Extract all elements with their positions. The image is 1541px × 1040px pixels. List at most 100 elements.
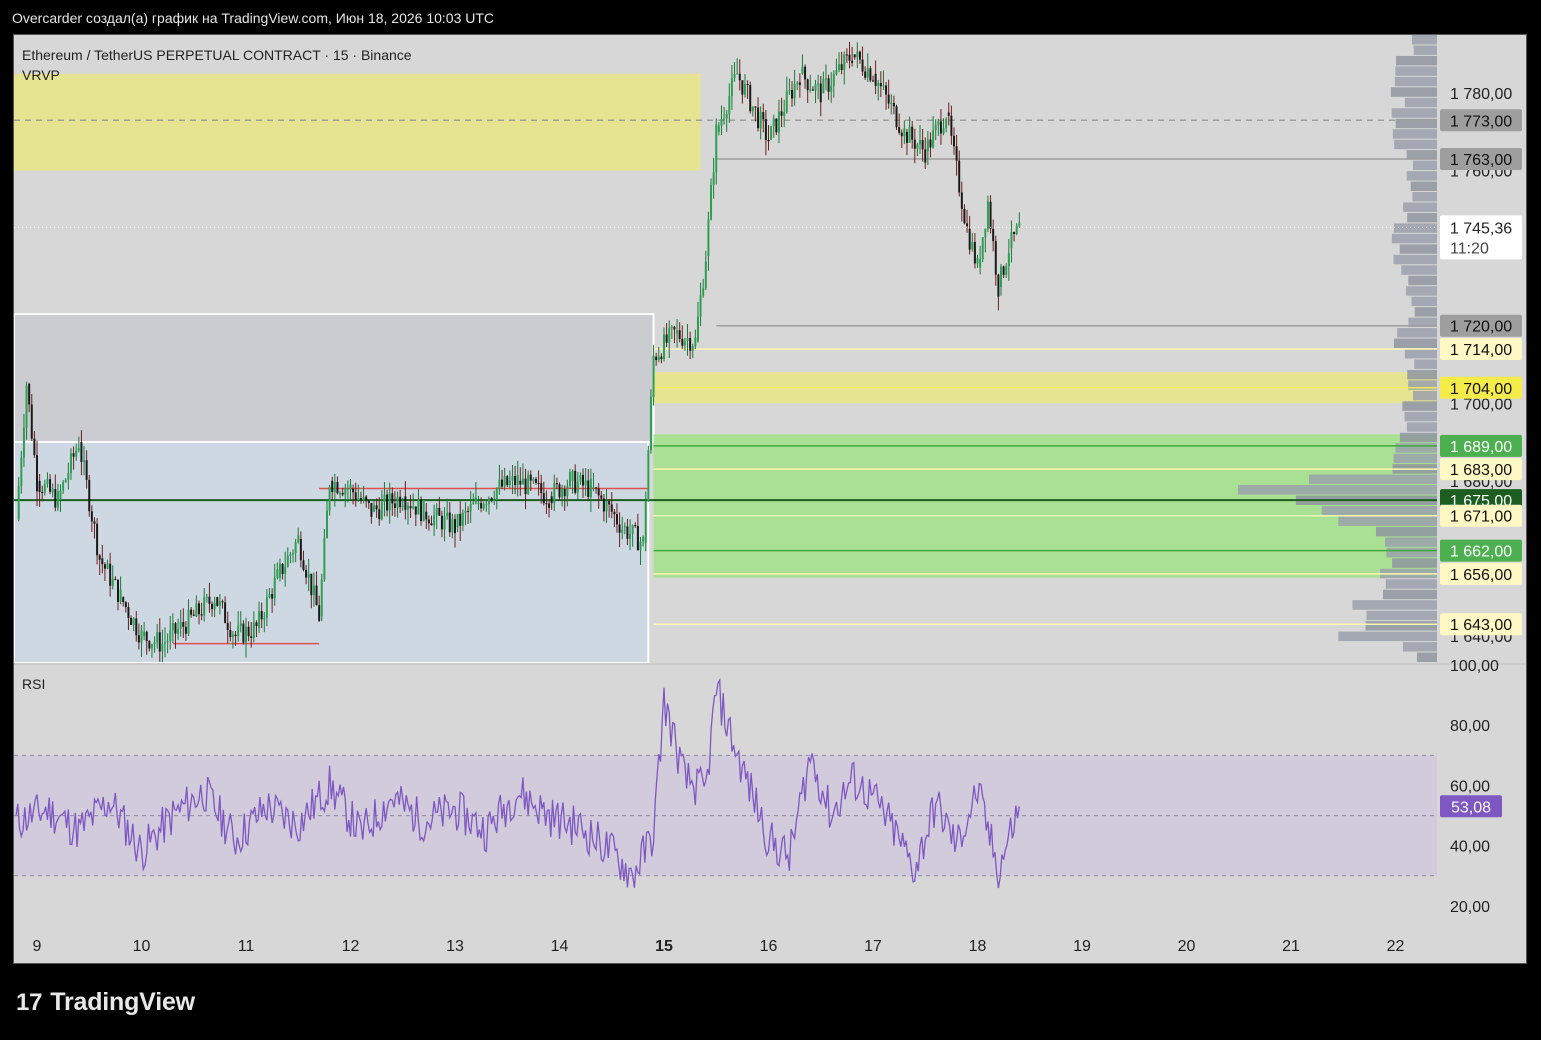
candle-body	[211, 603, 214, 610]
candle-body	[754, 106, 757, 108]
candle-body	[639, 541, 642, 551]
candle-body	[158, 632, 161, 652]
candle-body	[1015, 226, 1018, 234]
candle-body	[459, 513, 462, 526]
candle-body	[723, 118, 726, 120]
candle-body	[25, 385, 28, 428]
candle-body	[490, 498, 493, 500]
candle-body	[872, 80, 874, 82]
candle-body	[699, 295, 702, 317]
symbol-title[interactable]: Ethereum / TetherUS PERPETUAL CONTRACT ·…	[22, 45, 412, 65]
zone-range-lower-2[interactable]	[14, 441, 650, 663]
tradingview-logo[interactable]: 17 TradingView	[16, 988, 195, 1017]
volume-profile-bar	[1338, 516, 1437, 526]
candle-body	[657, 356, 660, 361]
volume-profile-bar	[1410, 181, 1437, 191]
candle-body	[231, 634, 234, 638]
rsi-label[interactable]: RSI	[22, 676, 45, 692]
price-badge-label: 1 683,00	[1450, 462, 1512, 479]
candle-body	[777, 111, 780, 133]
candle-body	[678, 330, 681, 339]
candle-body	[312, 585, 315, 596]
volume-profile-bar	[1417, 652, 1437, 662]
candle-body	[830, 85, 833, 92]
candle-body	[299, 538, 302, 561]
candle-body	[435, 507, 438, 516]
candle-body	[814, 84, 817, 91]
candle-body	[503, 476, 506, 487]
candle-body	[843, 54, 846, 71]
candle-body	[498, 479, 501, 489]
candle-body	[668, 327, 671, 343]
candle-body	[247, 626, 250, 637]
candle-body	[866, 68, 869, 78]
candle-body	[817, 83, 820, 85]
candle-body	[38, 480, 41, 493]
candle-body	[333, 481, 336, 493]
candle-body	[932, 130, 935, 148]
candle-body	[861, 59, 864, 72]
time-axis-tick: 9	[33, 938, 42, 955]
candle-body	[762, 112, 765, 120]
candle-body	[749, 84, 752, 112]
candle-body	[373, 505, 376, 512]
candle-body	[177, 628, 180, 634]
candle-body	[905, 131, 908, 143]
candle-body	[208, 596, 211, 604]
candle-body	[647, 450, 650, 502]
candle-body	[318, 605, 321, 621]
candle-body	[378, 509, 381, 520]
candle-body	[268, 594, 271, 598]
candle-body	[339, 492, 342, 494]
candle-body	[341, 492, 344, 495]
candle-body	[780, 111, 783, 116]
candle-body	[166, 641, 169, 643]
volume-profile-bar	[1411, 296, 1437, 307]
candle-body	[352, 488, 355, 493]
candle-body	[438, 507, 441, 516]
candle-body	[443, 516, 446, 530]
candle-body	[649, 397, 652, 451]
candle-body	[98, 555, 101, 560]
candle-body	[950, 115, 953, 136]
time-axis-tick: 20	[1178, 938, 1196, 955]
candle-body	[77, 448, 80, 451]
candle-body	[218, 601, 221, 606]
zone-supply-0[interactable]	[14, 73, 701, 171]
candle-body	[425, 511, 428, 520]
candle-body	[252, 622, 255, 638]
candle-body	[482, 504, 485, 509]
candle-body	[260, 611, 263, 620]
candle-body	[417, 499, 420, 515]
volume-profile-bar	[1390, 87, 1437, 97]
candle-body	[132, 618, 135, 625]
volume-profile-bar	[1412, 160, 1437, 171]
volume-profile-bar	[1406, 422, 1437, 432]
candle-body	[404, 496, 407, 510]
candle-body	[644, 501, 647, 543]
candle-body	[320, 579, 323, 617]
candle-body	[584, 480, 587, 486]
volume-profile-bar	[1395, 443, 1437, 453]
volume-profile-bar	[1392, 558, 1437, 568]
candle-body	[258, 611, 261, 629]
candle-body	[989, 201, 992, 229]
candle-body	[555, 483, 558, 485]
chart-canvas[interactable]: 1 780,001 760,001 700,001 680,001 640,00…	[0, 0, 1541, 1040]
indicator-vrvp-label[interactable]: VRVP	[22, 65, 412, 85]
zone-demand-4[interactable]	[653, 434, 1437, 578]
candle-body	[811, 89, 814, 91]
candle-body	[924, 149, 927, 163]
candle-body	[631, 525, 634, 534]
candle-body	[597, 488, 600, 496]
candle-body	[1010, 232, 1013, 249]
candle-body	[623, 526, 626, 528]
candle-body	[945, 119, 948, 129]
candle-body	[856, 51, 859, 58]
volume-profile-bar	[1404, 411, 1437, 422]
candle-body	[127, 607, 130, 618]
zone-range-upper-1[interactable]	[14, 313, 655, 444]
candle-body	[587, 480, 590, 497]
price-badge-label: 1 704,00	[1450, 381, 1512, 398]
candle-body	[51, 488, 54, 492]
